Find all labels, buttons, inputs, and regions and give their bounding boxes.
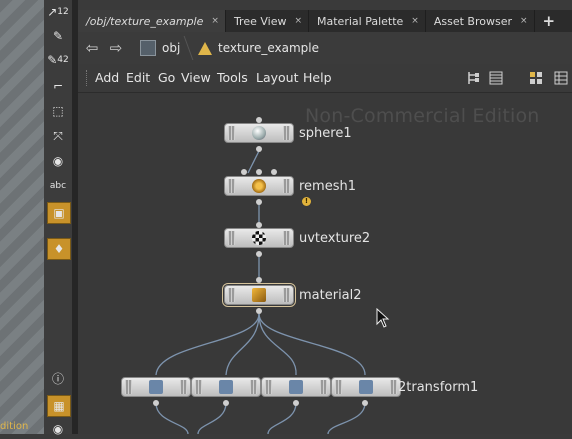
tab-obj-texture-example[interactable]: /obj/texture_example ×: [78, 10, 226, 32]
tab-tree-view[interactable]: Tree View ×: [226, 10, 310, 32]
transform-icon: [219, 380, 233, 394]
menu-view[interactable]: View: [181, 70, 211, 85]
transform-icon: [359, 380, 373, 394]
input-port[interactable]: [241, 169, 247, 175]
node-transform-b[interactable]: [191, 377, 261, 397]
pin-icon[interactable]: ♦: [47, 238, 71, 260]
menu-go[interactable]: Go: [158, 70, 175, 85]
node-remesh1[interactable]: [224, 176, 294, 196]
add-tab-button[interactable]: +: [535, 10, 564, 32]
output-port[interactable]: [256, 308, 262, 314]
node-label-material2[interactable]: material2: [299, 288, 362, 303]
output-port[interactable]: [256, 251, 262, 257]
viewport-edge: dition: [0, 0, 44, 434]
output-port[interactable]: [256, 146, 262, 152]
menu-grip[interactable]: [86, 70, 90, 86]
tab-label: Asset Browser: [433, 14, 512, 28]
tab-label: /obj/texture_example: [86, 14, 204, 28]
brush-icon[interactable]: ✎: [47, 26, 69, 46]
geometry-icon: [198, 41, 212, 55]
output-port[interactable]: [362, 400, 368, 406]
tool-12-icon[interactable]: ↗ 12: [47, 2, 69, 22]
node-label-transform1[interactable]: 2transform1: [398, 380, 478, 395]
node-uvtexture2[interactable]: [224, 228, 294, 248]
tab-material-palette[interactable]: Material Palette ×: [309, 10, 426, 32]
menu-add[interactable]: Add: [95, 70, 119, 85]
back-arrow-icon[interactable]: ⇦: [83, 39, 101, 57]
input-port[interactable]: [271, 169, 277, 175]
tab-close-icon[interactable]: ×: [211, 16, 219, 26]
detail-view-icon[interactable]: [553, 70, 569, 86]
grid-view-icon[interactable]: [528, 70, 544, 86]
pane-tab-bar: /obj/texture_example × Tree View × Mater…: [78, 10, 572, 32]
node-label-remesh1[interactable]: remesh1: [299, 179, 356, 194]
network-editor-canvas[interactable]: Non-Commercial Edition sphere1 remesh1 !: [78, 93, 572, 434]
warning-icon[interactable]: !: [302, 197, 311, 206]
tool-shelf: ↗ 12 ✎ ✎ 42 ⌐ ⬚ ⤧ ◉ abc ▣ ♦ ⓘ ▦ ◉: [44, 0, 73, 436]
output-port[interactable]: [153, 400, 159, 406]
node-transform-a[interactable]: [121, 377, 191, 397]
mouse-cursor-icon: [376, 308, 390, 328]
material-icon: [252, 288, 266, 302]
output-port[interactable]: [223, 400, 229, 406]
tab-asset-browser[interactable]: Asset Browser ×: [426, 10, 535, 32]
menu-bar: Add Edit Go View Tools Layout Help: [78, 64, 572, 93]
info-icon[interactable]: ⓘ: [47, 368, 69, 388]
menu-layout[interactable]: Layout: [256, 70, 299, 85]
transform-icon: [289, 380, 303, 394]
node-sphere1[interactable]: [224, 123, 294, 143]
input-port[interactable]: [256, 277, 262, 283]
select-box-icon[interactable]: ⬚: [47, 101, 69, 121]
menu-edit[interactable]: Edit: [126, 70, 150, 85]
tool-42-icon[interactable]: ✎ 42: [47, 50, 69, 70]
node-label-uvtexture2[interactable]: uvtexture2: [299, 231, 370, 246]
node-label-sphere1[interactable]: sphere1: [299, 126, 352, 141]
node-material2[interactable]: [222, 283, 296, 307]
list-view-icon[interactable]: [488, 70, 504, 86]
output-port[interactable]: [293, 400, 299, 406]
tree-layout-icon[interactable]: [465, 70, 481, 86]
pose-icon[interactable]: ⤧: [47, 126, 69, 146]
tab-label: Tree View: [233, 14, 287, 28]
record-icon[interactable]: ◉: [47, 151, 69, 171]
network-icon: [140, 40, 156, 56]
menu-help[interactable]: Help: [303, 70, 332, 85]
checker-icon: [252, 231, 266, 245]
breadcrumb-obj[interactable]: obj: [140, 38, 180, 58]
transform-icon: [149, 380, 163, 394]
tab-close-icon[interactable]: ×: [411, 16, 419, 26]
menu-tools[interactable]: Tools: [217, 70, 248, 85]
text-icon[interactable]: abc: [47, 176, 69, 196]
output-port[interactable]: [256, 199, 262, 205]
grid-layout-icon[interactable]: ▦: [47, 395, 71, 417]
viewport-edition-text: dition: [0, 421, 29, 432]
eye-icon[interactable]: ◉: [47, 419, 69, 439]
tab-close-icon[interactable]: ×: [520, 16, 528, 26]
tab-label: Material Palette: [317, 14, 404, 28]
image-icon[interactable]: ▣: [47, 202, 71, 224]
node-transform-c[interactable]: [261, 377, 331, 397]
node-transform-d[interactable]: [331, 377, 401, 397]
sphere-icon: [252, 126, 266, 140]
measure-icon[interactable]: ⌐: [47, 76, 69, 96]
input-port[interactable]: [256, 169, 262, 175]
tab-close-icon[interactable]: ×: [294, 16, 302, 26]
remesh-icon: [252, 179, 266, 193]
forward-arrow-icon[interactable]: ⇨: [107, 39, 125, 57]
path-bar: ⇦ ⇨ obj texture_example: [78, 32, 572, 65]
breadcrumb-texture-example[interactable]: texture_example: [198, 38, 319, 58]
